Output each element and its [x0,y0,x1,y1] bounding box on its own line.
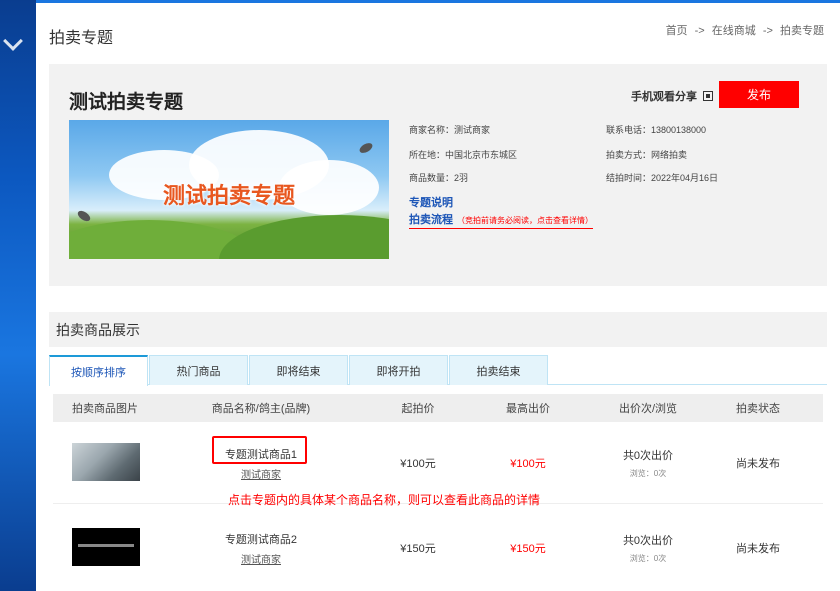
auction-status: 尚未发布 [736,543,780,555]
view-count: 浏览：0次 [629,554,667,563]
goods-thumbnail[interactable] [72,443,140,481]
topic-banner-image: 测试拍卖专题 [69,120,389,259]
tab-starting-soon[interactable]: 即将开拍 [349,355,448,385]
collapse-arrow-icon[interactable] [3,31,23,51]
location: 所在地：中国北京市东城区 [409,150,518,160]
left-navigation-strip [0,0,36,591]
max-bid: ¥150元 [510,543,546,555]
column-header-bids-views: 出价次/浏览 [618,403,678,415]
goods-section: 拍卖商品展示 按顺序排序 热门商品 即将结束 即将开拍 拍卖结束 拍卖商品图片 … [49,312,827,591]
tab-auction-ended[interactable]: 拍卖结束 [449,355,548,385]
table-header: 拍卖商品图片 商品名称/鸽主(品牌) 起拍价 最高出价 出价次/浏览 拍卖状态 [53,394,823,422]
mobile-share[interactable]: 手机观看分享 [631,88,713,104]
auction-method: 拍卖方式：网络拍卖 [606,150,688,160]
bid-count: 共0次出价 [622,535,674,547]
column-header-name: 商品名称/鸽主(品牌) [211,403,311,415]
tab-ending-soon[interactable]: 即将结束 [249,355,348,385]
share-label: 手机观看分享 [631,91,697,103]
goods-count: 商品数量：2羽 [409,173,469,183]
contact-phone: 联系电话：13800138000 [606,125,707,135]
page-title: 拍卖专题 [49,30,114,47]
breadcrumb: 首页 -> 在线商城 -> 拍卖专题 [664,22,826,38]
breadcrumb-current: 拍卖专题 [780,25,824,37]
column-header-status: 拍卖状态 [736,403,780,415]
goods-owner-link[interactable]: 测试商家 [241,551,281,566]
goods-thumbnail[interactable] [72,528,140,566]
goods-name-link[interactable]: 专题测试商品2 [225,531,297,547]
topic-panel: 测试拍卖专题 手机观看分享 发布 测试拍卖专题 商家名称：测试商家 联系电话：1… [49,64,827,286]
banner-title: 测试拍卖专题 [162,183,295,208]
column-header-image: 拍卖商品图片 [72,403,138,415]
auction-process-label: 拍卖流程 [409,214,453,226]
publish-button[interactable]: 发布 [719,81,799,108]
topic-description-link[interactable]: 专题说明 [409,194,453,210]
auction-process-note: （竞拍前请务必阅读，点击查看详情） [457,216,593,225]
goods-heading: 拍卖商品展示 [49,312,827,347]
breadcrumb-home-link[interactable]: 首页 [666,25,688,37]
breadcrumb-separator: -> [694,25,705,37]
column-header-max-bid: 最高出价 [506,403,550,415]
column-header-start-price: 起拍价 [401,403,435,415]
goods-tabs: 按顺序排序 热门商品 即将结束 即将开拍 拍卖结束 [49,355,827,386]
breadcrumb-separator: -> [762,25,773,37]
bid-count: 共0次出价 [622,450,674,462]
merchant-name: 商家名称：测试商家 [409,125,491,135]
top-accent-line [36,0,840,3]
table-row: 专题测试商品2 测试商家 ¥150元 ¥150元 共0次出价 浏览：0次 尚未发… [53,509,823,587]
tab-hot-goods[interactable]: 热门商品 [149,355,248,385]
start-price: ¥150元 [400,543,436,555]
view-count: 浏览：0次 [629,469,667,478]
topic-title: 测试拍卖专题 [69,92,184,113]
annotation-text: 点击专题内的具体某个商品名称，则可以查看此商品的详情 [228,493,541,507]
goods-owner-link[interactable]: 测试商家 [241,466,281,481]
end-time: 结拍时间：2022年04月16日 [606,173,719,183]
highlight-box [212,436,307,464]
auction-process-link[interactable]: 拍卖流程 （竞拍前请务必阅读，点击查看详情） [409,211,593,229]
breadcrumb-mall-link[interactable]: 在线商城 [712,25,756,37]
auction-status: 尚未发布 [736,458,780,470]
qr-code-icon[interactable] [703,91,713,101]
tab-sort-order[interactable]: 按顺序排序 [49,355,148,386]
